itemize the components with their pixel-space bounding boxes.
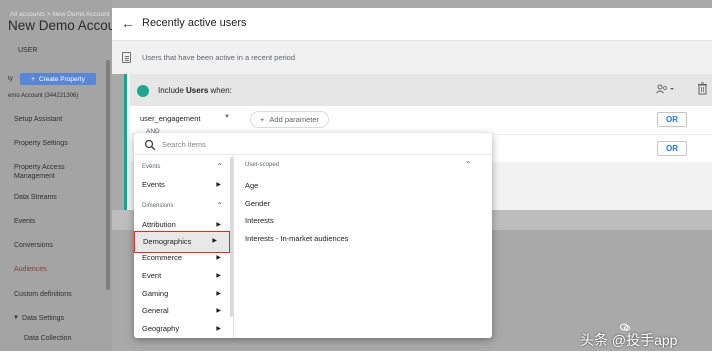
dimension-item-in-market[interactable]: Interests - In-market audiences (245, 234, 348, 243)
category-item-events[interactable]: Events ▶ (142, 179, 227, 191)
category-label: Event (142, 271, 162, 280)
category-item-geography[interactable]: Geography ▶ (142, 323, 227, 335)
sidebar-item-setup-assistant[interactable]: Setup Assistant (14, 115, 104, 124)
plus-icon: + (31, 75, 35, 83)
category-label: Demographics (143, 237, 192, 246)
audience-description[interactable]: Users that have been active in a recent … (142, 53, 295, 62)
plus-icon: + (260, 115, 265, 124)
sidebar-item-data-settings[interactable]: Data Settings (22, 314, 112, 323)
create-property-prefix: ty (8, 75, 14, 82)
include-prefix: Include (158, 86, 184, 95)
condition-field-select[interactable]: user_engagement (140, 114, 200, 123)
document-icon (122, 52, 131, 63)
frame-bottom (0, 351, 720, 361)
sidebar-scrollbar[interactable] (106, 60, 110, 290)
include-users-label: Include Users when: (158, 86, 232, 95)
chevron-right-icon: ▶ (216, 291, 221, 297)
chevron-up-icon[interactable]: ⌃ (216, 201, 223, 210)
page-header: ← Recently active users (112, 8, 712, 41)
sidebar-section-label: USER (18, 47, 38, 54)
dimensions-group-label: Dimensions (142, 203, 174, 209)
sidebar-item-property-settings[interactable]: Property Settings (14, 139, 104, 148)
category-item-ecommerce[interactable]: Ecommerce ▶ (142, 254, 227, 262)
create-property-button[interactable]: + Create Property (20, 73, 96, 85)
expand-caret-icon[interactable]: ▼ (13, 315, 19, 321)
chevron-right-icon: ▶ (216, 182, 221, 188)
account-id: emo Account (344221306) (8, 93, 79, 99)
category-item-attribution[interactable]: Attribution ▶ (142, 219, 227, 231)
include-scope[interactable]: Users (186, 86, 208, 95)
category-label: Gaming (142, 289, 169, 298)
chevron-right-icon: ▶ (212, 238, 217, 244)
events-group-label: Events (142, 164, 161, 170)
sidebar-item-audiences[interactable]: Audiences (14, 265, 104, 274)
search-icon (144, 138, 156, 151)
admin-sidebar: All accounts > New Demo Account New Demo… (0, 0, 112, 361)
category-item-demographics[interactable]: Demographics ▶ (134, 231, 230, 253)
dimensions-group-header[interactable]: Dimensions ⌃ (142, 201, 227, 210)
create-property-row: ty + Create Property (8, 73, 108, 85)
frame-right (712, 0, 720, 361)
chevron-right-icon: ▶ (216, 326, 221, 332)
category-item-event[interactable]: Event ▶ (142, 270, 227, 282)
user-scoped-header: User-scoped (245, 162, 280, 168)
dimension-item-age[interactable]: Age (245, 181, 258, 190)
category-list: Events ⌃ Events ▶ Dimensions ⌃ Attributi… (134, 155, 234, 338)
category-label: Events (142, 180, 165, 189)
create-property-label: Create Property (38, 75, 85, 83)
chevron-up-icon[interactable]: ⌃ (216, 162, 223, 171)
or-button[interactable]: OR (657, 141, 687, 156)
sidebar-item-conversions[interactable]: Conversions (14, 241, 104, 250)
dimension-picker-dropdown: Events ⌃ Events ▶ Dimensions ⌃ Attributi… (134, 133, 492, 338)
events-group-header[interactable]: Events ⌃ (142, 162, 227, 171)
sidebar-item-property-access[interactable]: Property Access Management (14, 163, 104, 181)
scope-person-icon[interactable] (656, 84, 676, 96)
dimension-item-gender[interactable]: Gender (245, 199, 270, 208)
dimension-item-interests[interactable]: Interests (245, 216, 274, 225)
watermark-text: 头条 @投手app (580, 332, 678, 348)
account-name[interactable]: New Demo Account (8, 18, 112, 33)
add-parameter-button[interactable]: + Add parameter (250, 111, 330, 128)
category-label: Attribution (142, 220, 176, 229)
include-status-dot (137, 85, 149, 97)
description-bar: Users that have been active in a recent … (112, 41, 712, 74)
category-scrollbar[interactable] (230, 157, 233, 317)
chevron-right-icon: ▶ (216, 273, 221, 279)
sidebar-item-custom-definitions[interactable]: Custom definitions (14, 290, 104, 299)
breadcrumb[interactable]: All accounts > New Demo Account (10, 11, 110, 18)
category-label: Ecommerce (142, 254, 183, 262)
category-label: General (142, 306, 169, 315)
or-button[interactable]: OR (657, 112, 687, 127)
category-item-gaming[interactable]: Gaming ▶ (142, 288, 227, 300)
sidebar-item-events[interactable]: Events (14, 217, 104, 226)
search-input[interactable] (162, 137, 462, 151)
page-title: Recently active users (142, 17, 247, 29)
chevron-right-icon: ▶ (216, 308, 221, 314)
dropdown-caret-icon[interactable]: ▼ (224, 114, 230, 120)
sidebar-item-data-streams[interactable]: Data Streams (14, 193, 104, 202)
chevron-right-icon: ▶ (216, 222, 221, 228)
chevron-right-icon: ▶ (216, 255, 221, 261)
trash-icon[interactable] (697, 82, 708, 95)
add-parameter-label: Add parameter (269, 115, 320, 124)
category-item-general[interactable]: General ▶ (142, 305, 227, 317)
condition-row: user_engagement ▼ AND + Add parameter OR (130, 106, 715, 135)
sidebar-item-data-collection[interactable]: Data Collection (24, 334, 112, 343)
chevron-up-icon[interactable]: ⌃ (465, 160, 472, 169)
category-label: Geography (142, 324, 180, 333)
condition-group-header: Include Users when: (130, 74, 715, 106)
watermark-logo-icon (620, 318, 630, 331)
search-row (134, 133, 492, 155)
include-suffix: when: (210, 86, 232, 95)
back-arrow-icon[interactable]: ← (121, 15, 135, 31)
